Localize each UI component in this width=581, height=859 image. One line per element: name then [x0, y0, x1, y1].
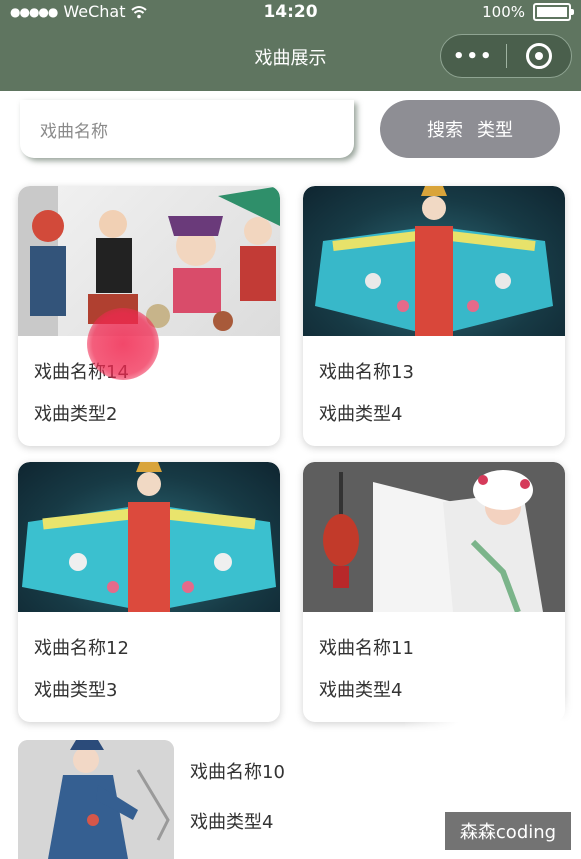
opera-figure-image — [18, 740, 174, 859]
battery-percent: 100% — [482, 3, 525, 21]
search-input[interactable]: 戏曲名称 — [20, 100, 354, 158]
watermark-label: 森森coding — [445, 812, 571, 850]
opera-card[interactable]: 戏曲名称11 戏曲类型4 — [303, 462, 565, 722]
close-mini-program-button[interactable] — [507, 43, 572, 69]
more-menu-button[interactable]: ••• — [441, 46, 506, 67]
opera-name: 戏曲名称12 — [34, 638, 129, 659]
opera-name: 戏曲名称11 — [319, 638, 414, 659]
opera-type: 戏曲类型4 — [319, 680, 403, 701]
touch-indicator — [87, 308, 159, 380]
opera-type: 戏曲类型3 — [34, 680, 118, 701]
opera-cartoon-collage-image — [18, 186, 280, 336]
opera-dancer-image — [303, 186, 565, 336]
opera-performer-lantern-image — [303, 462, 565, 612]
mini-program-capsule: ••• — [440, 34, 572, 78]
opera-name: 戏曲名称13 — [319, 362, 414, 383]
search-label: 搜索 — [427, 120, 463, 141]
opera-type: 戏曲类型2 — [34, 404, 118, 425]
search-type-button[interactable]: 搜索 类型 — [380, 100, 560, 158]
opera-card[interactable]: 戏曲名称14 戏曲类型2 — [18, 186, 280, 446]
status-right: 100% — [482, 3, 574, 21]
type-label: 类型 — [477, 120, 513, 141]
opera-type: 戏曲类型4 — [319, 404, 403, 425]
opera-card[interactable]: 戏曲名称13 戏曲类型4 — [303, 186, 565, 446]
opera-type: 戏曲类型4 — [190, 812, 274, 833]
opera-name: 戏曲名称10 — [190, 762, 285, 783]
opera-card[interactable]: 戏曲名称12 戏曲类型3 — [18, 462, 280, 722]
opera-dancer-image — [18, 462, 280, 612]
search-placeholder: 戏曲名称 — [40, 121, 108, 142]
battery-icon — [533, 3, 574, 21]
target-icon — [525, 43, 552, 69]
top-bar: ●●●●● WeChat 14:20 100% 戏曲展示 ••• — [0, 0, 581, 91]
